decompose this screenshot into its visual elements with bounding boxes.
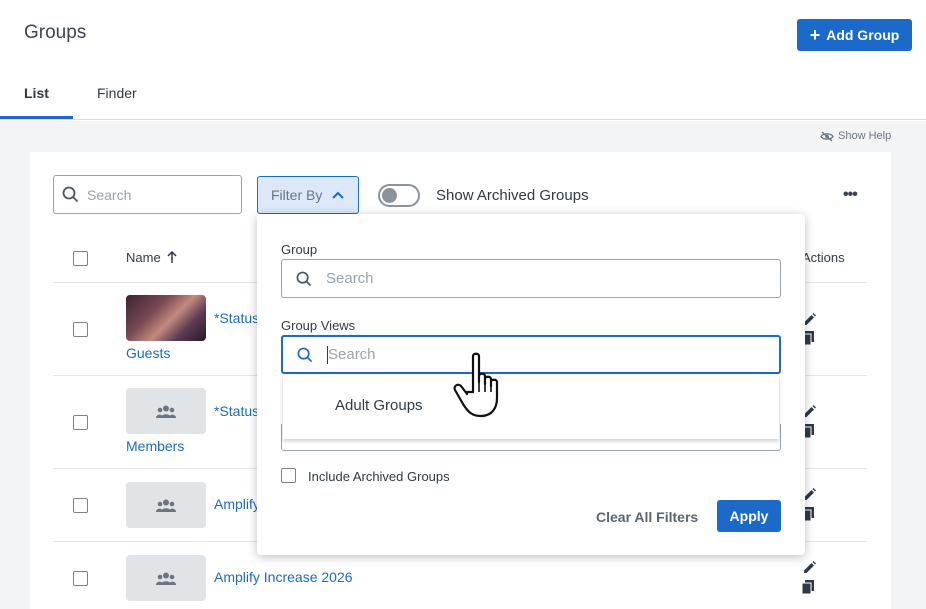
group-views-menu: Adult Groups [283, 374, 779, 439]
chevron-up-icon [332, 191, 345, 199]
group-name-link[interactable]: Amplify [214, 496, 260, 512]
group-name-link[interactable]: Amplify Increase 2026 [214, 569, 353, 585]
column-header-name[interactable]: Name [126, 250, 177, 265]
group-thumbnail[interactable] [126, 482, 206, 528]
hand-pointer-icon [453, 352, 499, 418]
option-adult-groups[interactable]: Adult Groups [335, 397, 423, 414]
show-help-label: Show Help [838, 130, 892, 142]
row-checkbox[interactable] [73, 571, 88, 586]
clear-all-filters-button[interactable]: Clear All Filters [596, 509, 698, 525]
group-filter-label: Group [281, 242, 318, 257]
group-search-input[interactable]: Search [281, 259, 781, 298]
page-title: Groups [24, 22, 87, 43]
tab-finder[interactable]: Finder [97, 85, 137, 101]
edit-icon[interactable] [803, 561, 816, 574]
active-tab-indicator [0, 116, 73, 119]
filter-panel: Group Search Group Views Search Adult Gr… [257, 214, 805, 555]
search-placeholder: Search [87, 186, 132, 203]
eye-slash-icon [820, 131, 834, 141]
group-thumbnail[interactable] [126, 388, 206, 434]
archived-toggle[interactable] [378, 184, 420, 207]
sort-ascending-icon [167, 251, 177, 263]
tab-bar: List Finder [0, 70, 926, 120]
archived-toggle-label: Show Archived Groups [436, 187, 589, 204]
copy-icon[interactable] [802, 580, 815, 594]
group-views-search-placeholder: Search [328, 346, 376, 363]
search-icon [296, 271, 312, 286]
filter-by-button[interactable]: Filter By [257, 176, 359, 214]
include-archived-label: Include Archived Groups [308, 469, 450, 484]
group-name-link-continued[interactable]: Guests [126, 345, 170, 361]
add-group-button[interactable]: + Add Group [797, 19, 912, 51]
apply-button[interactable]: Apply [717, 500, 781, 532]
column-name-label: Name [126, 250, 161, 265]
show-help-link[interactable]: Show Help [820, 130, 891, 142]
users-icon [156, 572, 176, 585]
row-checkbox[interactable] [73, 322, 88, 337]
group-photo[interactable] [126, 295, 206, 341]
users-icon [156, 499, 176, 512]
select-all-checkbox[interactable] [73, 251, 88, 266]
users-icon [156, 405, 176, 418]
group-thumbnail[interactable] [126, 555, 206, 601]
row-checkbox[interactable] [73, 415, 88, 430]
add-group-label: Add Group [826, 27, 900, 43]
row-checkbox[interactable] [73, 498, 88, 513]
search-icon [62, 186, 79, 203]
group-name-link-continued[interactable]: Members [126, 438, 184, 454]
column-header-actions: Actions [802, 250, 845, 265]
group-search-placeholder: Search [326, 270, 374, 287]
search-input[interactable]: Search [53, 175, 242, 214]
plus-icon: + [809, 25, 821, 45]
group-views-search-input[interactable]: Search [281, 335, 781, 374]
tab-list[interactable]: List [24, 85, 49, 101]
toggle-knob [382, 188, 397, 203]
group-name-link[interactable]: *Status [214, 310, 259, 326]
group-views-label: Group Views [281, 318, 356, 333]
search-icon [297, 347, 313, 362]
filter-by-label: Filter By [271, 187, 323, 203]
group-name-link[interactable]: *Status [214, 403, 259, 419]
more-options-button[interactable]: ••• [843, 186, 858, 204]
include-archived-checkbox[interactable] [281, 468, 296, 483]
